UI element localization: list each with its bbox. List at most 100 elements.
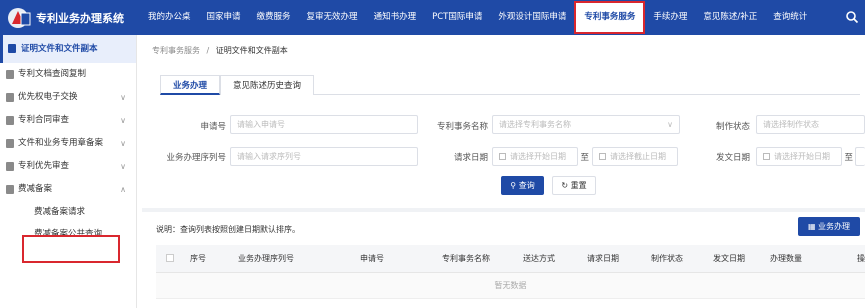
reset-icon: ↻	[561, 181, 569, 190]
search-icon[interactable]	[845, 10, 859, 24]
request-date-start-input[interactable]: 请选择开始日期	[492, 147, 578, 166]
column-header: 发文日期	[713, 254, 745, 263]
sidebar-item-fee-reduction[interactable]: 费减备案 ∧	[0, 178, 136, 201]
calendar-icon	[499, 153, 506, 160]
status-label: 制作状态	[715, 122, 750, 132]
tab-opinion-history[interactable]: 意见陈述历史查询	[220, 75, 315, 95]
issue-date-start-input[interactable]: 请选择开始日期	[756, 147, 842, 166]
issue-date-start-placeholder: 请选择开始日期	[774, 152, 830, 161]
fee-icon	[6, 185, 14, 194]
results-table: 序号 业务办理序列号 申请号 专利事务名称 送达方式 请求日期 制作状态 发文日…	[156, 245, 865, 299]
calendar-icon	[599, 153, 606, 160]
breadcrumb-parent[interactable]: 专利事务服务	[152, 46, 200, 55]
breadcrumb: 专利事务服务 / 证明文件和文件副本	[152, 45, 288, 56]
contract-icon	[6, 116, 14, 125]
nav-item-reexamination[interactable]: 复审无效办理	[299, 0, 366, 35]
sidebar-item-label: 专利文档查阅复制	[18, 69, 87, 79]
top-navigation-bar: 专利业务办理系统 我的办公桌 国家申请 缴费服务 复审无效办理 通知书办理 PC…	[0, 0, 865, 35]
column-header: 办理数量	[770, 254, 802, 263]
request-date-to: 至	[580, 153, 589, 163]
issue-date-label: 发文日期	[715, 153, 750, 163]
nav-item-patent-affairs[interactable]: 专利事务服务	[574, 1, 646, 34]
sort-note: 说明：查询列表按照创建日期默认排序。	[156, 225, 300, 234]
app-title: 专利业务办理系统	[36, 12, 124, 25]
sidebar-header-label: 证明文件和文件副本	[21, 44, 98, 54]
calendar-icon	[763, 153, 770, 160]
document-icon: ▦	[807, 222, 816, 231]
column-header: 序号	[190, 254, 206, 263]
search-icon: ⚲	[510, 181, 517, 190]
request-date-label: 请求日期	[453, 153, 488, 163]
reset-button[interactable]: ↻ 重置	[552, 176, 596, 195]
sidebar-subitem-fee-reduction-request[interactable]: 费减备案请求	[0, 201, 136, 223]
sidebar-item-label: 费减备案	[18, 184, 53, 194]
column-header: 操	[857, 254, 865, 263]
sidebar-item-label: 专利优先审查	[18, 161, 70, 171]
application-no-label: 申请号	[200, 122, 226, 132]
matter-name-placeholder: 请选择专利事务名称	[499, 120, 571, 129]
issue-date-end-input[interactable]	[855, 147, 865, 166]
exchange-icon	[6, 93, 14, 102]
shield-icon	[8, 44, 16, 53]
issue-date-to: 至	[844, 153, 853, 163]
sidebar-item-contract-review[interactable]: 专利合同审查 ∨	[0, 109, 136, 132]
nav-item-opinion-statement[interactable]: 意见陈述/补正	[695, 0, 765, 35]
sidebar-item-label: 文件和业务专用章备案	[18, 138, 104, 148]
matter-name-select[interactable]: 请选择专利事务名称 ∨	[492, 115, 680, 134]
matter-name-label: 专利事务名称	[436, 122, 488, 132]
nav-item-national-application[interactable]: 国家申请	[199, 0, 249, 35]
chevron-down-icon: ∨	[120, 116, 126, 125]
sidebar-item-seal-filing[interactable]: 文件和业务专用章备案 ∨	[0, 132, 136, 155]
column-header: 制作状态	[651, 254, 683, 263]
request-date-start-placeholder: 请选择开始日期	[510, 152, 566, 161]
nav-item-notice[interactable]: 通知书办理	[366, 0, 425, 35]
document-icon	[6, 70, 14, 79]
breadcrumb-current: 证明文件和文件副本	[215, 46, 288, 55]
chevron-down-icon: ∨	[667, 120, 673, 129]
highlight-box	[22, 235, 120, 263]
empty-state: 暂无数据	[156, 273, 865, 299]
column-header: 申请号	[360, 254, 384, 263]
nav-item-design-international[interactable]: 外观设计国际申请	[490, 0, 574, 35]
priority-icon	[6, 162, 14, 171]
query-button[interactable]: ⚲ 查询	[501, 176, 544, 195]
breadcrumb-separator: /	[206, 46, 210, 55]
nav-item-procedures[interactable]: 手续办理	[645, 0, 695, 35]
nav-item-pct[interactable]: PCT国际申请	[424, 0, 490, 35]
sidebar-item-priority-examination[interactable]: 专利优先审查 ∨	[0, 155, 136, 178]
reset-button-label: 重置	[570, 181, 587, 190]
section-divider	[142, 208, 865, 212]
chevron-down-icon: ∨	[120, 93, 126, 102]
app-logo-icon	[8, 8, 31, 28]
column-header: 请求日期	[587, 254, 619, 263]
seal-icon	[6, 139, 14, 148]
table-header: 序号 业务办理序列号 申请号 专利事务名称 送达方式 请求日期 制作状态 发文日…	[156, 245, 865, 273]
column-header: 送达方式	[523, 254, 555, 263]
chevron-down-icon: ∨	[120, 139, 126, 148]
sidebar-item-certificate-documents[interactable]: 证明文件和文件副本	[0, 35, 136, 63]
status-select[interactable]: 请选择制作状态	[756, 115, 865, 134]
request-date-end-input[interactable]: 请选择截止日期	[592, 147, 678, 166]
nav-item-query-statistics[interactable]: 查询统计	[765, 0, 815, 35]
chevron-up-icon: ∧	[120, 185, 126, 194]
chevron-down-icon: ∨	[120, 162, 126, 171]
nav-item-fee-service[interactable]: 缴费服务	[249, 0, 299, 35]
main-nav: 我的办公桌 国家申请 缴费服务 复审无效办理 通知书办理 PCT国际申请 外观设…	[140, 0, 815, 35]
sidebar: 证明文件和文件副本 专利文档查阅复制 优先权电子交换 ∨ 专利合同审查 ∨ 文件…	[0, 35, 137, 308]
main-content: 专利事务服务 / 证明文件和文件副本 业务办理 意见陈述历史查询 申请号 请输入…	[142, 35, 865, 308]
column-header: 专利事务名称	[442, 254, 490, 263]
nav-item-my-desk[interactable]: 我的办公桌	[140, 0, 199, 35]
serial-no-input[interactable]: 请输入请求序列号	[230, 147, 418, 166]
sidebar-item-label: 优先权电子交换	[18, 92, 78, 102]
column-header: 业务办理序列号	[238, 254, 294, 263]
tab-bar: 业务办理 意见陈述历史查询	[160, 75, 860, 95]
request-date-end-placeholder: 请选择截止日期	[610, 152, 666, 161]
tab-business[interactable]: 业务办理	[160, 75, 221, 95]
sidebar-item-document-copy[interactable]: 专利文档查阅复制	[0, 63, 136, 86]
business-handle-button[interactable]: ▦ 业务办理	[798, 217, 860, 236]
sidebar-item-priority-exchange[interactable]: 优先权电子交换 ∨	[0, 86, 136, 109]
application-no-input[interactable]: 请输入申请号	[230, 115, 418, 134]
serial-no-label: 业务办理序列号	[166, 153, 226, 163]
sidebar-item-label: 专利合同审查	[18, 115, 70, 125]
select-all-checkbox[interactable]	[156, 245, 184, 272]
